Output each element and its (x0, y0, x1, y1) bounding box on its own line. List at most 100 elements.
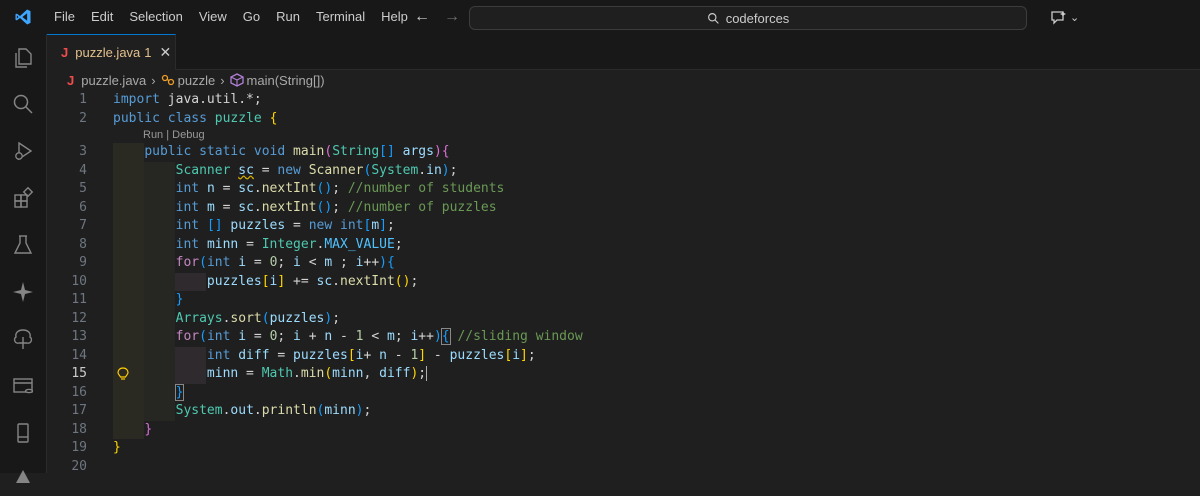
triangle-icon[interactable] (0, 456, 46, 496)
code-line[interactable]: 4 Scanner sc = new Scanner(System.in); (47, 162, 1200, 181)
code-token: int (175, 218, 200, 233)
code-token: nextInt (261, 199, 317, 215)
menu-selection[interactable]: Selection (121, 0, 190, 34)
menu-go[interactable]: Go (235, 0, 268, 34)
code-text: int m = sc.nextInt(); //number of puzzle… (113, 199, 497, 218)
code-token: for (175, 255, 200, 270)
code-line[interactable]: 10 puzzles[i] += sc.nextInt(); (47, 273, 1200, 292)
code-token: n (379, 347, 387, 363)
code-line[interactable]: 19} (47, 439, 1200, 458)
remote-explorer-icon[interactable] (0, 366, 46, 406)
title-bar: File Edit Selection View Go Run Terminal… (0, 0, 1200, 34)
code-line[interactable]: 20 (47, 458, 1200, 477)
menu-edit[interactable]: Edit (83, 0, 121, 34)
code-token: . (253, 199, 262, 215)
code-token: = (246, 255, 270, 270)
code-line[interactable]: 18 } (47, 421, 1200, 440)
menu-help[interactable]: Help (373, 0, 416, 34)
code-token: sc (238, 181, 254, 196)
code-token: ; (332, 310, 341, 326)
run-and-debug-icon[interactable] (0, 131, 46, 171)
vscode-logo-icon (0, 0, 46, 34)
code-line[interactable]: 5 int n = sc.nextInt(); //number of stud… (47, 180, 1200, 199)
code-token: ++ (418, 329, 434, 344)
close-icon[interactable]: ✕ (160, 44, 172, 61)
code-line[interactable]: 8 int minn = Integer.MAX_VALUE; (47, 236, 1200, 255)
command-center-search[interactable]: codeforces (469, 6, 1027, 30)
menu-file[interactable]: File (46, 0, 83, 34)
code-text: puzzles[i] += sc.nextInt(); (113, 273, 418, 292)
code-token: ) (433, 329, 442, 344)
code-token: import (113, 92, 160, 107)
codelens-run-debug[interactable]: Run | Debug (143, 127, 205, 143)
line-number: 13 (71, 329, 87, 344)
code-line[interactable]: 6 int m = sc.nextInt(); //number of puzz… (47, 199, 1200, 218)
code-token: () (316, 181, 333, 196)
line-number: 3 (79, 144, 87, 159)
copilot-sparkle-icon[interactable] (0, 272, 46, 312)
breadcrumb-method[interactable]: main(String[]) (247, 73, 325, 88)
code-line[interactable]: 9 for(int i = 0; i < m ; i++){ (47, 254, 1200, 273)
code-token: ] (379, 218, 387, 233)
code-token: main (293, 144, 325, 159)
menu-run[interactable]: Run (268, 0, 308, 34)
code-line[interactable]: 13 for(int i = 0; i + n - 1 < m; i++){ /… (47, 328, 1200, 347)
code-line[interactable]: 11 } (47, 291, 1200, 310)
testing-flask-icon[interactable] (0, 225, 46, 265)
menu-view[interactable]: View (191, 0, 235, 34)
code-token: i (238, 255, 247, 270)
copilot-menu[interactable]: ⌄ (1050, 8, 1079, 26)
device-icon[interactable] (0, 413, 46, 453)
code-line[interactable]: 15 minn = Math.min(minn, diff); (47, 365, 1200, 384)
code-token: sort (230, 310, 262, 326)
line-number: 7 (79, 218, 87, 233)
code-token: - (386, 347, 411, 363)
code-token: ++ (363, 255, 380, 270)
java-file-icon: J (61, 45, 69, 60)
forward-arrow-icon[interactable]: → (444, 8, 460, 26)
code-token: , (363, 366, 380, 381)
tree-icon[interactable] (0, 319, 46, 359)
code-line[interactable]: 16 } (47, 383, 1200, 403)
code-token: m (206, 199, 215, 215)
code-token: - (426, 347, 450, 363)
code-token: ) (433, 144, 442, 159)
code-line[interactable]: 12 Arrays.sort(puzzles); (47, 310, 1200, 329)
code-line[interactable]: 2 public class puzzle { (47, 110, 1200, 129)
code-token: m (371, 218, 380, 233)
breadcrumb-file[interactable]: puzzle.java (81, 73, 146, 88)
search-icon[interactable] (0, 84, 46, 124)
code-token: sc (316, 273, 333, 289)
tab-puzzle-java[interactable]: J puzzle.java 1 ✕ (47, 34, 176, 70)
code-line[interactable]: 1 import java.util.*; (47, 91, 1200, 110)
code-token: ; (386, 218, 395, 233)
code-token: () (316, 199, 333, 215)
code-token: ; (394, 329, 411, 344)
code-text: } (113, 383, 185, 403)
code-line[interactable]: 14 int diff = puzzles[i+ n - 1] - puzzle… (47, 347, 1200, 366)
code-token: = (214, 181, 239, 196)
breadcrumb-class[interactable]: puzzle (178, 73, 216, 88)
code-token: . (253, 403, 262, 418)
line-number: 2 (79, 110, 87, 126)
code-line[interactable]: 17 System.out.println(minn); (47, 402, 1200, 421)
back-arrow-icon[interactable]: ← (414, 8, 430, 26)
extensions-icon[interactable] (0, 178, 46, 218)
code-line[interactable]: 3 public static void main(String[] args)… (47, 143, 1200, 162)
code-line[interactable]: 7 int [] puzzles = new int[m]; (47, 217, 1200, 236)
code-token: println (261, 403, 317, 418)
code-editor[interactable]: Run | Debug 1 import java.util.*; 2 public … (47, 90, 1200, 474)
code-token: } (175, 292, 184, 307)
code-token: } (144, 421, 153, 437)
explorer-icon[interactable] (0, 38, 46, 78)
menu-terminal[interactable]: Terminal (308, 0, 373, 34)
code-token: Scanner (308, 162, 364, 178)
